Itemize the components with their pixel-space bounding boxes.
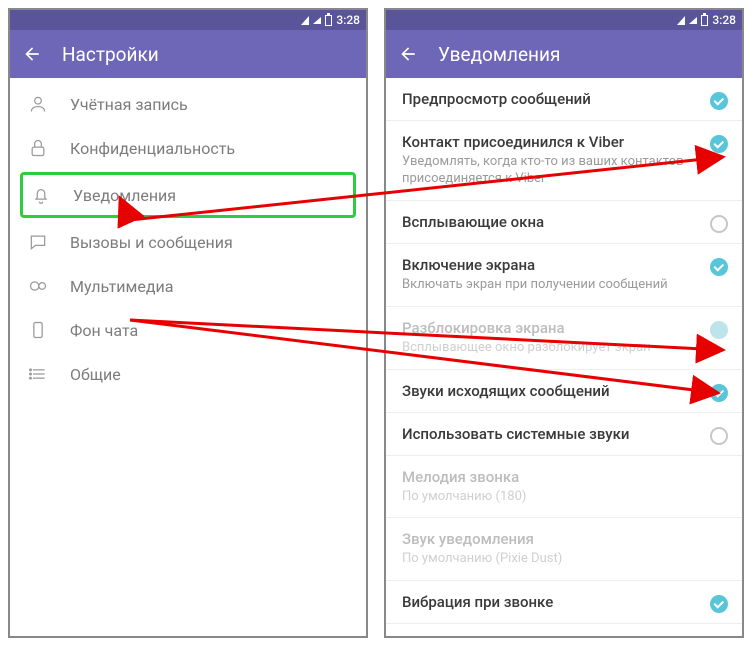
status-bar: 3:28 (386, 10, 742, 30)
setting-title: Контакт присоединился к Viber (402, 133, 726, 151)
setting-title: Вибрация при звонке (402, 593, 726, 611)
phone-settings: 3:28 Настройки Учётная запись Конфиденци… (8, 8, 368, 638)
lock-icon (28, 138, 48, 158)
app-bar: Настройки (10, 30, 366, 78)
menu-label: Мультимедиа (70, 277, 173, 296)
setting-title: Предпросмотр сообщений (402, 90, 726, 108)
menu-item-calls[interactable]: Вызовы и сообщения (10, 220, 366, 264)
back-icon[interactable] (22, 44, 42, 64)
menu-item-background[interactable]: Фон чата (10, 308, 366, 352)
appbar-title: Настройки (62, 43, 159, 66)
toggle-icon[interactable] (710, 92, 728, 110)
back-icon[interactable] (398, 44, 418, 64)
setting-title: Мелодия звонка (402, 468, 726, 486)
setting-screen-on[interactable]: Включение экрана Включать экран при полу… (386, 244, 742, 307)
toggle-icon[interactable] (710, 427, 728, 445)
setting-outgoing-sounds[interactable]: Звуки исходящих сообщений (386, 370, 742, 413)
menu-item-account[interactable]: Учётная запись (10, 82, 366, 126)
setting-title: Всплывающие окна (402, 213, 726, 231)
setting-preview[interactable]: Предпросмотр сообщений (386, 78, 742, 121)
menu-item-privacy[interactable]: Конфиденциальность (10, 126, 366, 170)
setting-subtitle: По умолчанию (180) (402, 489, 726, 506)
menu-label: Конфиденциальность (70, 139, 235, 158)
setting-subtitle: Включать экран при получении сообщений (402, 277, 726, 294)
menu-label: Учётная запись (70, 95, 188, 114)
menu-label: Вызовы и сообщения (70, 233, 233, 252)
bell-icon (31, 185, 51, 205)
media-icon (28, 276, 48, 296)
battery-icon (325, 15, 332, 26)
setting-notification-sound[interactable]: Звук уведомления По умолчанию (Pixie Dus… (386, 518, 742, 581)
status-time: 3:28 (336, 13, 360, 27)
phone-icon (28, 320, 48, 340)
appbar-title: Уведомления (438, 43, 560, 66)
app-bar: Уведомления (386, 30, 742, 78)
wifi-icon (313, 17, 321, 24)
toggle-icon (710, 321, 728, 339)
toggle-icon[interactable] (710, 384, 728, 402)
menu-label: Фон чата (70, 321, 138, 340)
chat-icon (28, 232, 48, 252)
toggle-icon[interactable] (710, 135, 728, 153)
menu-label: Общие (70, 365, 121, 384)
signal-icon (677, 16, 685, 25)
setting-title: Звук уведомления (402, 530, 726, 548)
menu-item-notifications[interactable]: Уведомления (20, 172, 356, 218)
menu-label: Уведомления (73, 186, 176, 205)
setting-subtitle: Уведомлять, когда кто-то из ваших контак… (402, 154, 726, 188)
setting-popups[interactable]: Всплывающие окна (386, 201, 742, 244)
toggle-icon[interactable] (710, 215, 728, 233)
phone-notifications: 3:28 Уведомления Предпросмотр сообщений … (384, 8, 744, 638)
setting-ringtone[interactable]: Мелодия звонка По умолчанию (180) (386, 456, 742, 519)
status-time: 3:28 (712, 13, 736, 27)
settings-menu: Учётная запись Конфиденциальность Уведом… (10, 78, 366, 400)
setting-title: Звуки исходящих сообщений (402, 382, 726, 400)
notification-settings-list: Предпросмотр сообщений Контакт присоедин… (386, 78, 742, 624)
setting-title: Включение экрана (402, 256, 726, 274)
setting-subtitle: По умолчанию (Pixie Dust) (402, 551, 726, 568)
setting-contact-joined[interactable]: Контакт присоединился к Viber Уведомлять… (386, 121, 742, 201)
toggle-icon[interactable] (710, 258, 728, 276)
status-bar: 3:28 (10, 10, 366, 30)
signal-icon (301, 16, 309, 25)
person-icon (28, 94, 48, 114)
menu-item-general[interactable]: Общие (10, 352, 366, 396)
list-icon (28, 364, 48, 384)
menu-item-media[interactable]: Мультимедиа (10, 264, 366, 308)
setting-subtitle: Всплывающее окно разблокирует экран (402, 340, 726, 357)
setting-unlock-screen: Разблокировка экрана Всплывающее окно ра… (386, 307, 742, 370)
battery-icon (701, 15, 708, 26)
setting-title: Использовать системные звуки (402, 425, 726, 443)
setting-system-sounds[interactable]: Использовать системные звуки (386, 413, 742, 456)
wifi-icon (689, 17, 697, 24)
setting-vibrate[interactable]: Вибрация при звонке (386, 581, 742, 624)
setting-title: Разблокировка экрана (402, 319, 726, 337)
